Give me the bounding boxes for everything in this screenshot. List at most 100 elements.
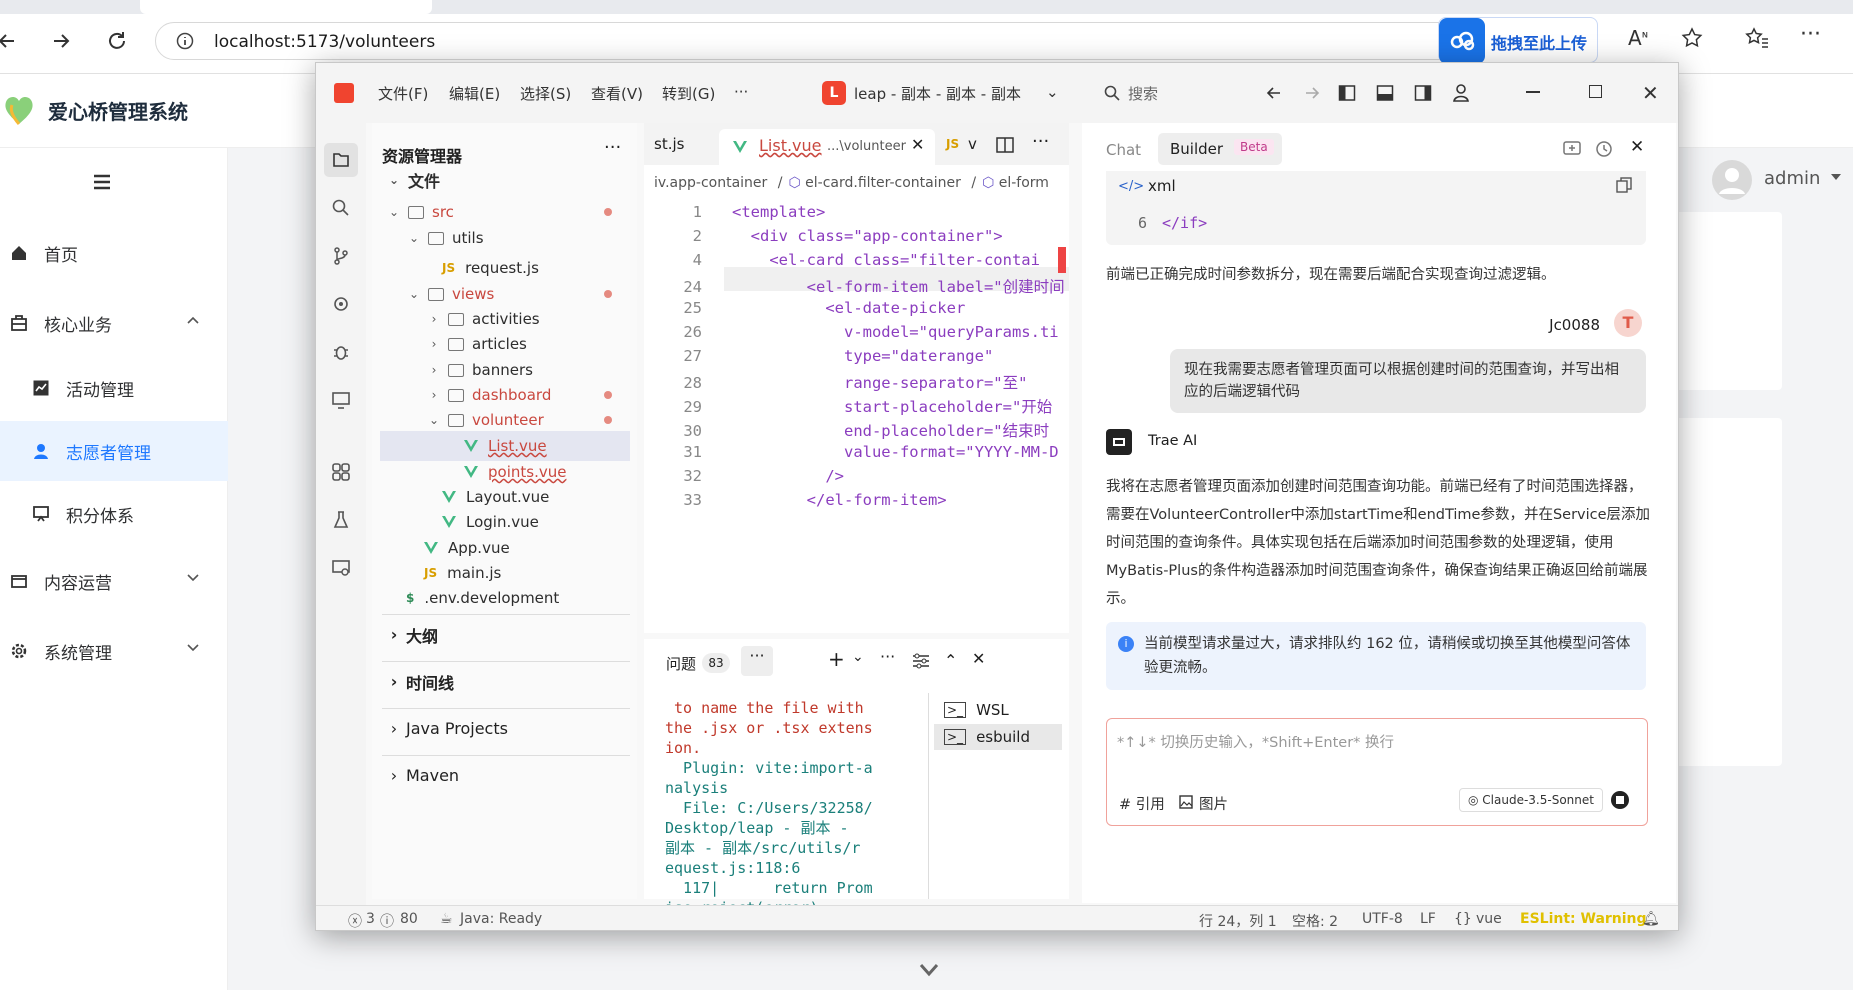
close-chat-icon[interactable]: ✕ — [1630, 137, 1644, 157]
stop-button[interactable] — [1611, 791, 1629, 809]
copy-icon[interactable] — [1616, 177, 1632, 193]
error-icon[interactable]: ⓧ — [348, 911, 362, 930]
language-mode[interactable]: vue — [1476, 911, 1502, 927]
extensions-icon[interactable] — [324, 455, 358, 489]
breadcrumb[interactable]: iv.app-container / ⬡ el-card.filter-conta… — [654, 175, 1049, 191]
tab-prev[interactable]: st.js — [654, 135, 684, 153]
new-terminal-icon[interactable]: + — [828, 647, 845, 671]
section-timeline[interactable]: › 时间线 — [382, 661, 630, 701]
encoding[interactable]: UTF-8 — [1362, 911, 1403, 927]
caret-down-icon[interactable] — [1830, 172, 1842, 182]
reload-icon[interactable] — [102, 26, 132, 56]
nav-back-icon[interactable] — [1264, 83, 1284, 103]
eslint-status[interactable]: ESLint: Warning — [1520, 911, 1647, 927]
upload-extension-button[interactable]: 拖拽至此上传 — [1438, 17, 1598, 64]
minimize-icon[interactable] — [1526, 91, 1540, 93]
read-aloud-icon[interactable]: Aɴ — [1628, 26, 1648, 50]
debug-icon[interactable] — [324, 335, 358, 369]
code-line[interactable]: 2 <div class="app-container"> — [644, 227, 1069, 251]
shell-wsl[interactable]: >_ WSL — [934, 697, 1062, 723]
eol[interactable]: LF — [1420, 911, 1436, 927]
remote-icon[interactable] — [324, 287, 358, 321]
panel-more-icon[interactable]: ··· — [741, 646, 773, 676]
tab-builder[interactable]: Builder Beta — [1158, 133, 1282, 165]
explorer-more-icon[interactable]: ··· — [604, 137, 621, 158]
indentation[interactable]: 空格: 2 — [1292, 911, 1338, 930]
code-line[interactable]: 30 end-placeholder="结束时 — [644, 419, 1069, 443]
chevron-down-icon[interactable]: ⌄ — [852, 649, 864, 665]
forward-icon[interactable] — [46, 26, 76, 56]
url-text[interactable]: localhost:5173/volunteers — [214, 32, 435, 52]
explorer-icon[interactable] — [324, 143, 358, 177]
code-editor[interactable]: st.js List.vue ...\volunteer ✕ JS v ··· … — [644, 123, 1069, 633]
address-bar[interactable]: localhost:5173/volunteers — [155, 22, 1473, 60]
menu-view[interactable]: 查看(V) — [591, 83, 643, 104]
code-line[interactable]: 32 /> — [644, 467, 1069, 491]
section-outline[interactable]: › 大纲 — [382, 614, 630, 654]
menu-edit[interactable]: 编辑(E) — [449, 83, 500, 104]
sidebar-item-home[interactable]: 首页 — [0, 223, 228, 283]
nav-forward-icon[interactable] — [1302, 83, 1322, 103]
code-line[interactable]: 31 value-format="YYYY-MM-D — [644, 443, 1069, 467]
sidebar-item-activities[interactable]: 活动管理 — [0, 358, 228, 418]
search-icon[interactable] — [1104, 85, 1120, 101]
more-icon[interactable]: ··· — [1800, 22, 1821, 47]
remote-explorer-icon[interactable] — [324, 383, 358, 417]
reference-button[interactable]: # 引用 — [1119, 793, 1165, 814]
favorites-list-icon[interactable] — [1744, 26, 1770, 50]
code-line[interactable]: 28 range-separator="至" — [644, 371, 1069, 395]
account-icon[interactable] — [1452, 83, 1470, 103]
monitor-settings-icon[interactable] — [324, 551, 358, 585]
image-button[interactable]: 图片 — [1199, 793, 1228, 814]
warning-icon[interactable]: ⓘ — [380, 911, 394, 930]
menu-goto[interactable]: 转到(G) — [662, 83, 715, 104]
section-java-projects[interactable]: › Java Projects — [382, 708, 630, 748]
menu-file[interactable]: 文件(F) — [378, 83, 428, 104]
favorite-star-icon[interactable] — [1680, 26, 1704, 50]
username[interactable]: admin — [1764, 168, 1820, 189]
shell-esbuild[interactable]: >_ esbuild — [934, 724, 1062, 750]
back-icon[interactable] — [0, 26, 22, 56]
scroll-down-icon[interactable] — [915, 960, 943, 980]
tab-chat[interactable]: Chat — [1106, 141, 1141, 159]
sidebar-item-points[interactable]: 积分体系 — [0, 484, 228, 544]
section-maven[interactable]: › Maven — [382, 755, 630, 795]
error-count[interactable]: 3 — [366, 911, 375, 927]
cursor-position[interactable]: 行 24，列 1 — [1199, 911, 1277, 930]
menu-toggle-icon[interactable] — [92, 174, 112, 190]
model-selector[interactable]: ◎ Claude-3.5-Sonnet — [1459, 788, 1603, 812]
code-line[interactable]: 26 v-model="queryParams.ti — [644, 323, 1069, 347]
split-editor-icon[interactable] — [996, 137, 1014, 153]
close-window-icon[interactable]: ✕ — [1642, 81, 1659, 105]
tab-active[interactable]: List.vue ...\volunteer ✕ — [719, 129, 935, 165]
sidebar-item-system[interactable]: 系统管理 — [0, 621, 228, 681]
code-line[interactable]: 24 <el-form-item label="创建时间 — [644, 275, 1069, 299]
code-line[interactable]: 1 <template> — [644, 203, 1069, 227]
sidebar-item-core-business[interactable]: 核心业务 — [0, 293, 228, 353]
tab-next[interactable]: v — [968, 135, 977, 153]
toggle-panel-icon[interactable] — [1376, 84, 1394, 102]
tree-item-utils[interactable]: ⌄ utils — [406, 223, 484, 253]
code-line[interactable]: 27 type="daterange" — [644, 347, 1069, 371]
close-tab-icon[interactable]: ✕ — [911, 135, 924, 154]
search-icon[interactable] — [324, 191, 358, 225]
chat-input[interactable]: *↑↓* 切换历史输入，*Shift+Enter* 换行 — [1117, 731, 1394, 752]
browser-tab-active[interactable] — [140, 0, 432, 14]
new-chat-icon[interactable] — [1562, 139, 1582, 159]
sidebar-item-content[interactable]: 内容运营 — [0, 551, 228, 611]
filter-icon[interactable] — [912, 653, 930, 669]
tree-root[interactable]: ⌄ 文件 — [386, 165, 440, 195]
chat-input-box[interactable]: *↑↓* 切换历史输入，*Shift+Enter* 换行 # 引用 图片 ◎ C… — [1106, 718, 1648, 826]
maximize-panel-icon[interactable]: ⌃ — [944, 651, 957, 670]
avatar[interactable] — [1712, 160, 1752, 200]
code-line[interactable]: 29 start-placeholder="开始 — [644, 395, 1069, 419]
toggle-sidebar-icon[interactable] — [1338, 84, 1356, 102]
menu-more[interactable]: ··· — [734, 83, 748, 101]
search-box[interactable]: 搜索 — [1128, 83, 1158, 104]
tree-item-env[interactable]: $ .env.development — [406, 583, 559, 613]
close-panel-icon[interactable]: ✕ — [972, 649, 985, 668]
editor-more-icon[interactable]: ··· — [1032, 131, 1049, 152]
sidebar-item-volunteers[interactable]: 志愿者管理 — [0, 421, 228, 481]
terminal-more-icon[interactable]: ··· — [880, 647, 895, 666]
maximize-icon[interactable] — [1589, 85, 1602, 98]
